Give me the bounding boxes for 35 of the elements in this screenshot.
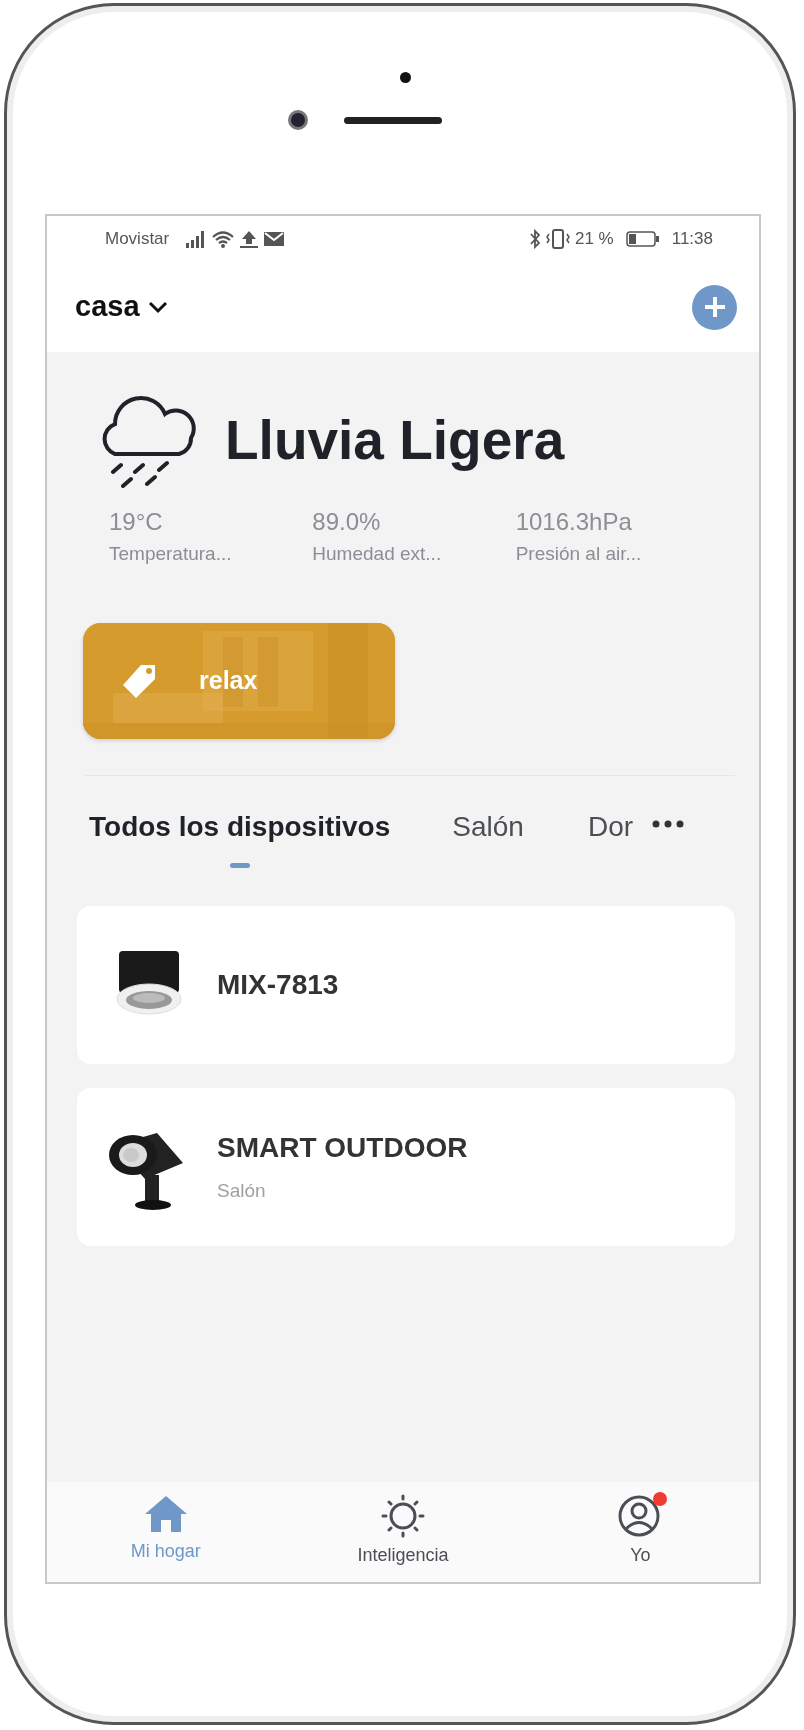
plus-icon: [702, 295, 727, 319]
battery-percentage: 21 %: [574, 228, 614, 251]
weather-condition: Lluvia Ligera: [225, 407, 565, 473]
stat-label: Presión al air...: [515, 542, 643, 566]
stat-label: Temperatura...: [109, 542, 233, 566]
vibrate-icon: [544, 229, 571, 249]
mail-icon: [263, 231, 286, 247]
wifi-icon: [211, 230, 236, 248]
stat-value: 1016.3hPa: [515, 507, 633, 537]
more-icon[interactable]: [651, 818, 686, 829]
device-name: MIX-7813: [217, 967, 339, 1002]
category-tab[interactable]: Salón: [452, 805, 524, 868]
chevron-down-icon[interactable]: [147, 300, 168, 314]
stat-label: Humedad ext...: [312, 542, 443, 566]
scene-name: relax: [199, 664, 258, 696]
bluetooth-icon: [528, 229, 541, 249]
clock-time: 11:38: [671, 228, 713, 251]
device-card[interactable]: SMART OUTDOOR Salón: [77, 1087, 735, 1246]
stat-value: 89.0%: [312, 507, 382, 537]
category-tab[interactable]: Dor: [587, 805, 634, 868]
camera-lens: [288, 110, 308, 130]
nav-tab[interactable]: Yo: [521, 1482, 759, 1574]
device-name: SMART OUTDOOR: [217, 1131, 468, 1166]
stat-value: 19°C: [109, 507, 164, 537]
sun-icon: [380, 1494, 426, 1538]
carrier-name: Movistar: [105, 228, 170, 251]
battery-icon: [625, 230, 660, 248]
device-room: Salón: [217, 1179, 267, 1204]
add-button[interactable]: [692, 284, 737, 330]
sensor-dot: [399, 72, 411, 83]
category-tab[interactable]: Todos los dispositivos: [89, 805, 391, 868]
nav-tab[interactable]: Inteligencia: [284, 1482, 522, 1574]
upload-icon: [239, 230, 260, 248]
device-card[interactable]: MIX-7813: [77, 905, 735, 1064]
home-selector[interactable]: casa: [75, 285, 140, 329]
